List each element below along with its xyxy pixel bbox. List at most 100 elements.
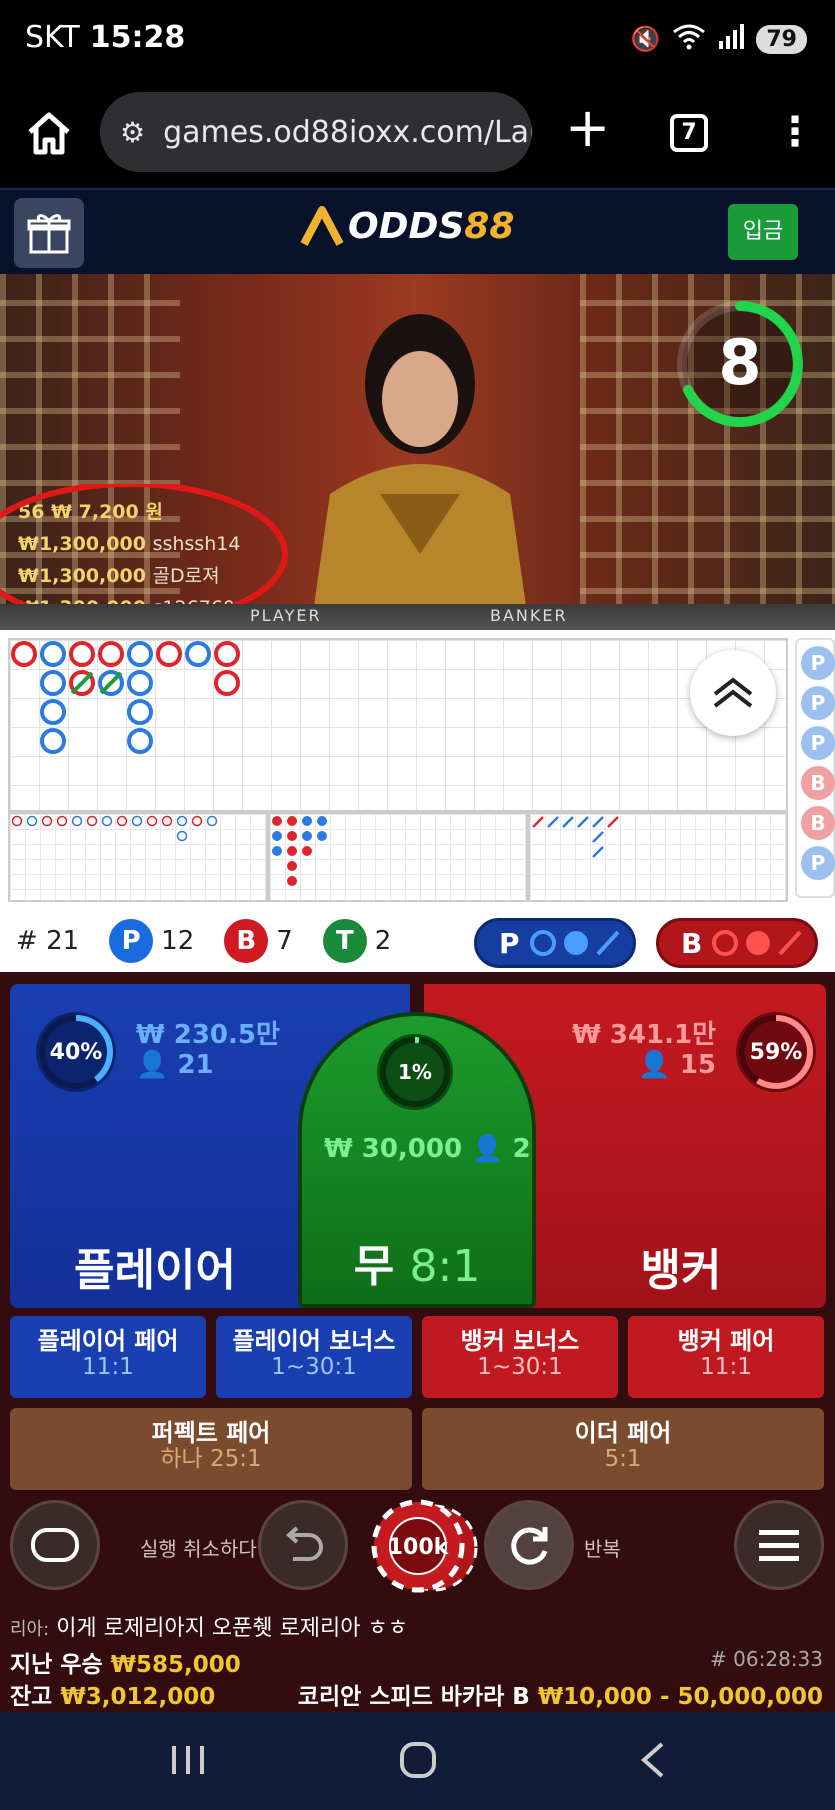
chat-user: 리아: [10,1619,50,1640]
player-pair-button[interactable]: 플레이어 페어 11:1 [10,1316,206,1398]
countdown-timer: 8 [677,301,803,427]
side-bet-label: 이더 페어 [574,1419,672,1447]
system-nav-bar [0,1712,835,1810]
home-icon[interactable] [24,108,74,158]
round-count: # 21 [16,926,79,956]
road-mark [272,816,282,826]
tie-amount-row: ₩ 30,000 👤 2 [324,1134,531,1164]
new-tab-icon[interactable]: + [565,98,610,158]
banker-pair-button[interactable]: 뱅커 페어 11:1 [628,1316,824,1398]
table-info: 코리안 스피드 바카라 B ₩10,000 - 50,000,000 [298,1677,823,1711]
gift-icon[interactable] [14,198,84,268]
player-bonus-button[interactable]: 플레이어 보너스 1~30:1 [216,1316,412,1398]
road-mark [176,830,188,842]
player-ball-icon: P [109,919,154,963]
prediction-marker: P [801,646,835,680]
road-mark [287,876,297,886]
road-mark [592,816,604,828]
chat-text: 이게 로제리아지 오푼췟 로제리아 ㅎㅎ [56,1616,409,1641]
address-bar[interactable]: ⚙ games.od88ioxx.com/Laun [100,92,532,172]
logo-text-88: 88 [464,205,515,247]
road-mark [532,816,544,828]
prediction-marker: P [801,726,835,760]
tie-label: 무 [353,1241,395,1292]
balance-value: ₩3,012,000 [60,1684,216,1710]
chip-selector[interactable]: 100k [358,1496,478,1596]
tie-bet-zone[interactable]: 1% ₩ 30,000 👤 2 무 8:1 [298,1012,536,1308]
road-mark [127,641,153,667]
tie-bettors: 2 [512,1134,531,1164]
road-mark [191,815,203,827]
perfect-pair-button[interactable]: 퍼펙트 페어 하나 25:1 [10,1408,412,1490]
banker-predict-label: B [681,926,703,960]
home-nav-icon[interactable] [398,1740,438,1780]
undo-label: 실행 취소하다 [140,1537,257,1561]
repeat-button[interactable] [484,1500,574,1590]
status-bar: SKT 15:28 🔇 79 [0,0,835,80]
road-mark [161,815,173,827]
road-mark [302,816,312,826]
live-video: 8 56 ₩ 7,200 원 ₩1,300,000 sshssh14 ₩1,30… [0,274,835,630]
round-value: 21 [46,926,80,956]
either-pair-button[interactable]: 이더 페어 5:1 [422,1408,824,1490]
player-predict-button[interactable]: P [474,918,636,968]
banker-percent: 59% [749,1039,803,1065]
road-mark [214,641,240,667]
road-mark [287,861,297,871]
road-mark [40,728,66,754]
road-mark [101,815,113,827]
player-bettors: 21 [177,1050,214,1080]
road-mark [302,846,312,856]
prediction-marker: P [801,686,835,720]
road-mark [127,670,153,696]
logo-text: ODDS [348,205,465,247]
player-amount: ₩ 230.5만 [136,1020,280,1050]
banker-predict-button[interactable]: B [656,918,818,968]
hamburger-icon [759,1530,799,1561]
table-name: 코리안 스피드 바카라 B [297,1684,530,1710]
recent-apps-icon[interactable] [168,1742,208,1778]
result-counts: # 21 P 12 B7 T2 P B [0,910,835,972]
road-mark [156,641,182,667]
player-count: 12 [161,926,195,956]
road-mark [146,815,158,827]
small-road [268,812,528,902]
deposit-button[interactable]: 입금 [728,204,798,260]
tie-percent: 1% [398,1060,432,1084]
battery-icon: 79 [756,24,807,54]
road-mark [287,846,297,856]
road-mark [26,815,38,827]
site-settings-icon[interactable]: ⚙ [120,116,145,149]
browser-toolbar: ⚙ games.od88ioxx.com/Laun + 7 ⋮ [0,80,835,188]
banker-count-row: 👤 15 [638,1050,716,1080]
undo-button[interactable] [258,1500,348,1590]
back-icon[interactable] [638,1740,668,1780]
road-mark [592,846,604,858]
mute-icon: 🔇 [630,25,661,53]
table-view-button[interactable] [10,1500,100,1590]
banker-predict-icons [712,930,802,956]
table-icon [31,1528,79,1562]
side-bet-label: 플레이어 페어 [37,1327,179,1355]
balance: 잔고 ₩3,012,000 [10,1677,215,1711]
tie-ball-icon: T [322,919,367,963]
road-mark [302,831,312,841]
table-edge: PLAYER BANKER [0,604,835,630]
menu-icon[interactable]: ⋮ [775,110,815,154]
side-bet-odds: 11:1 [82,1354,134,1380]
banker-count: 7 [276,926,293,956]
url-text: games.od88ioxx.com/Laun [163,114,532,150]
banker-bonus-button[interactable]: 뱅커 보너스 1~30:1 [422,1316,618,1398]
tab-switcher-button[interactable]: 7 [670,114,708,152]
last-win: 지난 우승 ₩585,000 [10,1645,241,1679]
player-predict-icons [529,930,620,956]
road-mark [272,831,282,841]
menu-button[interactable] [734,1500,824,1590]
big-road [8,638,788,812]
banker-table-label: BANKER [490,606,568,625]
player-table-label: PLAYER [250,606,322,625]
road-mark [98,641,124,667]
collapse-button[interactable] [690,650,776,736]
wifi-icon [672,22,706,56]
carrier: SKT 15:28 [25,20,185,55]
